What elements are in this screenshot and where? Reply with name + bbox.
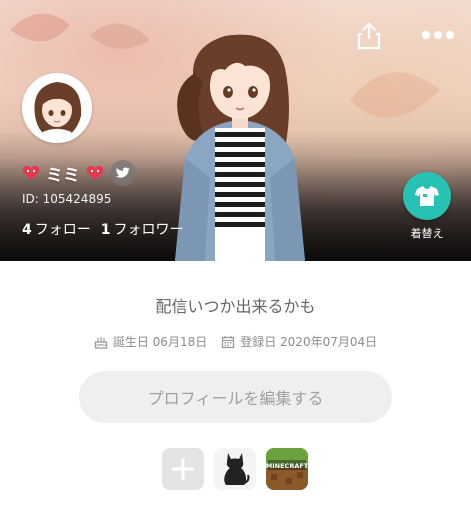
- heart-icon: [22, 166, 40, 180]
- followers-link[interactable]: 1 フォロワー: [101, 219, 184, 239]
- app-minecraft[interactable]: MINECRAFT: [266, 448, 308, 490]
- edit-profile-button[interactable]: プロフィールを編集する: [79, 371, 392, 423]
- followers-count: 1: [100, 222, 111, 238]
- plus-icon: [172, 458, 194, 480]
- avatar[interactable]: [22, 73, 92, 143]
- more-dots-icon: [422, 31, 454, 39]
- following-count: 4: [22, 222, 32, 238]
- minecraft-label: MINECRAFT: [266, 462, 308, 470]
- followers-label: フォロワー: [113, 222, 184, 238]
- cat-icon: [224, 453, 250, 485]
- character-illustration: [175, 34, 305, 261]
- leaf-decoration: [10, 13, 150, 49]
- calendar-icon: [222, 335, 235, 348]
- display-name: ミミ: [46, 165, 80, 186]
- birthday-text: 誕生日 06月18日: [112, 335, 208, 349]
- user-id: ID: 105424895: [22, 192, 112, 206]
- follow-stats: 4 フォロー 1 フォロワー: [22, 219, 184, 239]
- share-icon: [357, 22, 381, 50]
- bio-text: 配信いつか出来るかも: [155, 297, 316, 316]
- twitter-link-button[interactable]: [110, 160, 136, 186]
- following-label: フォロー: [34, 222, 91, 238]
- profile-header: ミミ ID: 105424895 4 フォロー 1 フォロワー 着替え: [0, 0, 471, 261]
- app-cat[interactable]: [214, 448, 256, 490]
- following-link[interactable]: 4 フォロー: [22, 219, 91, 239]
- birthday-info: 誕生日 06月18日: [94, 333, 207, 350]
- dressup-label: 着替え: [410, 227, 444, 240]
- cake-icon: [94, 336, 108, 349]
- display-name-row: ミミ: [22, 159, 136, 187]
- leaf-decoration: [350, 72, 440, 118]
- heart-icon: [86, 166, 104, 180]
- twitter-icon: [115, 167, 130, 178]
- registration-info: 登録日 2020年07月04日: [221, 333, 377, 350]
- tshirt-icon: [415, 186, 439, 206]
- profile-meta: 誕生日 06月18日 登録日 2020年07月04日: [0, 333, 471, 350]
- share-button[interactable]: [353, 20, 385, 52]
- minecraft-icon: MINECRAFT: [266, 448, 308, 490]
- registration-text: 登録日 2020年07月04日: [240, 335, 378, 349]
- more-options-button[interactable]: [418, 20, 458, 50]
- dressup-button[interactable]: [403, 172, 451, 220]
- add-app-button[interactable]: [162, 448, 204, 490]
- linked-apps: MINECRAFT: [162, 448, 308, 490]
- avatar-image: [25, 76, 89, 140]
